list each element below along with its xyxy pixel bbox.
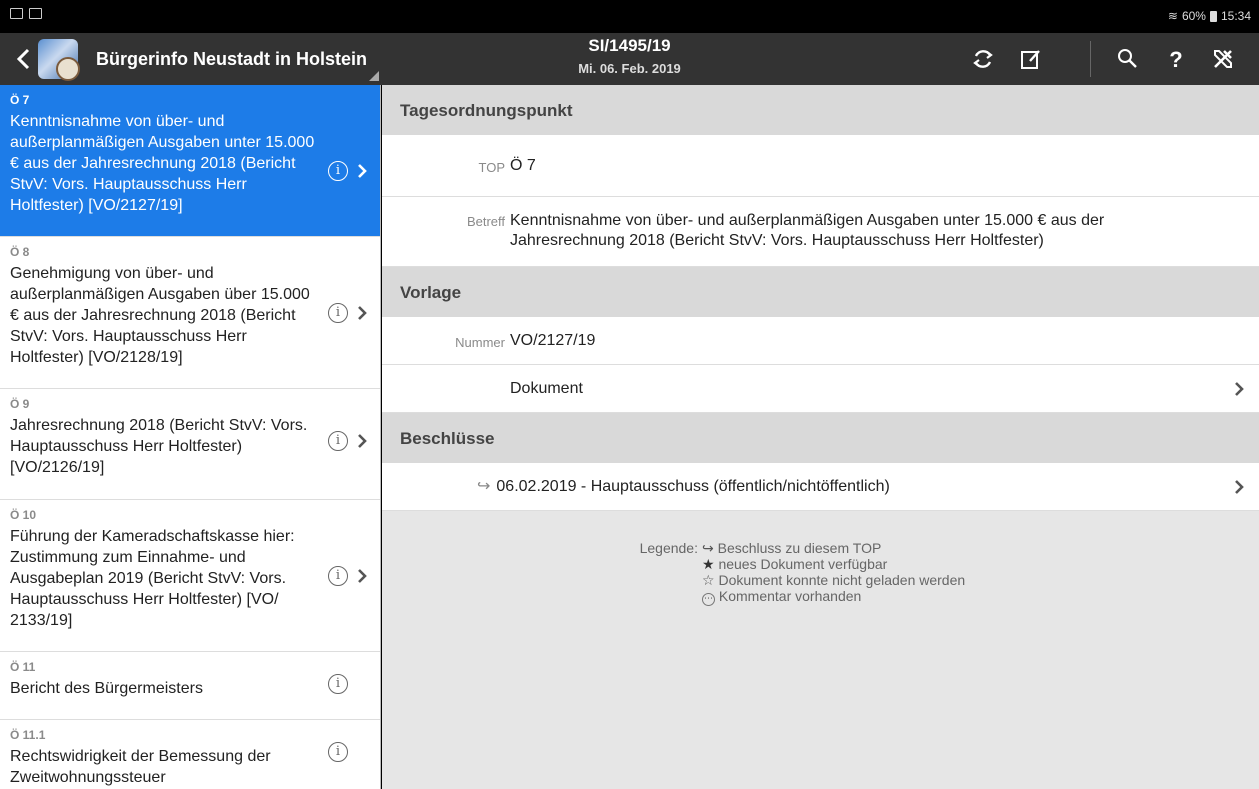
beschluss-arrow-icon: ↪ bbox=[477, 477, 491, 495]
toolbar-divider bbox=[1090, 41, 1091, 77]
section-vorlage: Vorlage bbox=[382, 267, 1259, 317]
legend: Legende: ↪ Beschluss zu diesem TOP ★ neu… bbox=[632, 540, 965, 606]
clock: 15:34 bbox=[1220, 9, 1251, 23]
betreff-value: Kenntnisnahme von über- und außerplanmäß… bbox=[510, 212, 1105, 249]
agenda-number: Ö 9 bbox=[10, 397, 30, 411]
help-icon[interactable]: ? bbox=[1160, 43, 1192, 75]
arrow-icon: ↪ bbox=[702, 540, 714, 556]
battery-level: 60% bbox=[1181, 9, 1206, 23]
agenda-number: Ö 8 bbox=[10, 245, 30, 259]
edit-note-icon[interactable] bbox=[1015, 43, 1047, 75]
agenda-number: Ö 7 bbox=[10, 93, 30, 107]
top-row: TOP Ö 7 bbox=[382, 135, 1259, 197]
top-label: TOP bbox=[478, 159, 506, 175]
chevron-right-icon[interactable] bbox=[1233, 381, 1245, 397]
betreff-label: Betreff bbox=[466, 214, 505, 229]
legend-item: ⋯ Kommentar vorhanden bbox=[702, 588, 862, 606]
app-bar: Bürgerinfo Neustadt in Holstein SI/1495/… bbox=[0, 33, 1259, 85]
dropdown-corner-icon bbox=[369, 71, 379, 81]
comment-icon: ⋯ bbox=[702, 593, 715, 606]
svg-text:?: ? bbox=[1169, 47, 1182, 72]
chevron-right-icon[interactable] bbox=[1233, 479, 1245, 495]
top-value: Ö 7 bbox=[510, 156, 536, 174]
status-bar: ≋ 60% 15:34 bbox=[0, 0, 1259, 33]
chevron-right-icon[interactable] bbox=[356, 568, 368, 584]
dokument-label: Dokument bbox=[510, 379, 583, 397]
star-filled-icon: ★ bbox=[702, 556, 715, 572]
nummer-label: Nummer bbox=[455, 334, 505, 350]
agenda-text: Kenntnisnahme von über- und außerplanmäß… bbox=[10, 113, 315, 214]
beschluss-row[interactable]: ↪ 06.02.2019 - Hauptausschuss (öffentlich… bbox=[382, 463, 1259, 511]
image-notification-icon bbox=[29, 8, 42, 19]
settings-tools-icon[interactable] bbox=[1207, 43, 1239, 75]
legend-item: ↪ Beschluss zu diesem TOP bbox=[702, 540, 882, 556]
agenda-number: Ö 11 bbox=[10, 660, 36, 674]
agenda-item[interactable]: Ö 10 Führung der Kameradschaftskasse hie… bbox=[0, 500, 380, 652]
legend-item: ☆ Dokument konnte nicht geladen werden bbox=[702, 572, 966, 588]
back-icon[interactable] bbox=[14, 47, 34, 71]
agenda-text: Genehmigung von über- und außerplanmäßig… bbox=[10, 265, 310, 366]
agenda-text: Jahresrechnung 2018 (Bericht StvV: Vors.… bbox=[10, 417, 308, 476]
agenda-number: Ö 11.1 bbox=[10, 728, 46, 742]
agenda-text: Rechtswidrigkeit der Bemessung der Zweit… bbox=[10, 748, 271, 786]
info-icon[interactable]: i bbox=[328, 161, 348, 181]
agenda-number: Ö 10 bbox=[10, 508, 37, 522]
info-icon[interactable]: i bbox=[328, 674, 348, 694]
wifi-icon: ≋ bbox=[1167, 9, 1178, 23]
chevron-right-icon[interactable] bbox=[356, 305, 368, 321]
section-beschluesse: Beschlüsse bbox=[382, 413, 1259, 463]
info-icon[interactable]: i bbox=[328, 303, 348, 323]
gallery-notification-icon bbox=[10, 8, 23, 19]
beschluss-text: 06.02.2019 - Hauptausschuss (öffentlich/… bbox=[496, 477, 890, 495]
refresh-icon[interactable] bbox=[967, 43, 999, 75]
nummer-row: Nummer VO/2127/19 bbox=[382, 317, 1259, 365]
info-icon[interactable]: i bbox=[328, 431, 348, 451]
star-outline-icon: ☆ bbox=[702, 572, 715, 588]
search-icon[interactable] bbox=[1112, 43, 1144, 75]
section-tagesordnungspunkt: Tagesordnungspunkt bbox=[382, 85, 1259, 135]
legend-item: ★ neues Dokument verfügbar bbox=[702, 556, 888, 572]
agenda-list: Ö 7 Kenntnisnahme von über- und außerpla… bbox=[0, 85, 381, 789]
agenda-text: Bericht des Bürgermeisters bbox=[10, 680, 203, 697]
app-title[interactable]: Bürgerinfo Neustadt in Holstein bbox=[96, 49, 367, 70]
info-icon[interactable]: i bbox=[328, 566, 348, 586]
nummer-value: VO/2127/19 bbox=[510, 331, 596, 349]
betreff-row: Betreff Kenntnisnahme von über- und auße… bbox=[382, 197, 1259, 267]
dokument-row[interactable]: Dokument bbox=[382, 365, 1259, 413]
agenda-item[interactable]: Ö 11.1 Rechtswidrigkeit der Bemessung de… bbox=[0, 720, 380, 789]
app-logo[interactable] bbox=[38, 39, 80, 81]
chevron-right-icon[interactable] bbox=[356, 433, 368, 449]
agenda-item[interactable]: Ö 9 Jahresrechnung 2018 (Bericht StvV: V… bbox=[0, 389, 380, 500]
battery-icon bbox=[1209, 10, 1217, 22]
legend-label: Legende: bbox=[639, 540, 698, 556]
agenda-item[interactable]: Ö 8 Genehmigung von über- und außerplanm… bbox=[0, 237, 380, 389]
agenda-item[interactable]: Ö 11 Bericht des Bürgermeisters i bbox=[0, 652, 380, 720]
agenda-item-selected[interactable]: Ö 7 Kenntnisnahme von über- und außerpla… bbox=[0, 85, 380, 237]
agenda-text: Führung der Kameradschaftskasse hier: Zu… bbox=[10, 528, 295, 629]
info-icon[interactable]: i bbox=[328, 742, 348, 762]
detail-pane: Tagesordnungspunkt TOP Ö 7 Betreff Kennt… bbox=[382, 85, 1259, 789]
chevron-right-icon[interactable] bbox=[356, 163, 368, 179]
